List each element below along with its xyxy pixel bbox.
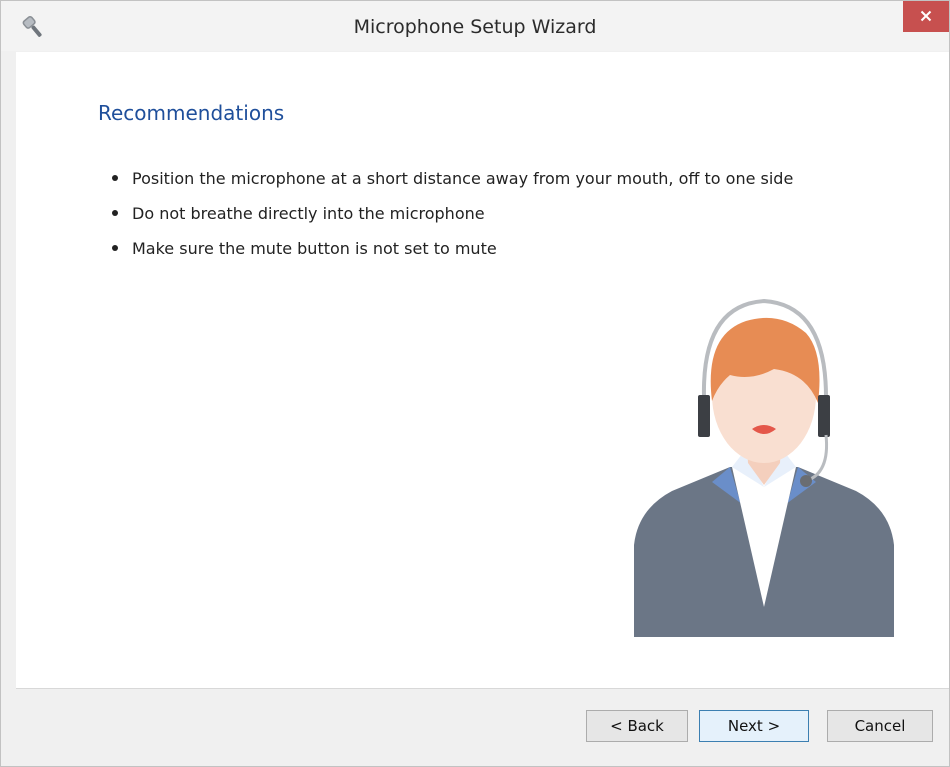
bullet: [112, 175, 118, 181]
headset-operator-illustration: [634, 277, 894, 637]
footer-divider: [16, 688, 949, 689]
bullet: [112, 210, 118, 216]
close-icon: [920, 7, 932, 26]
list-item: Do not breathe directly into the microph…: [112, 204, 793, 239]
page-heading: Recommendations: [98, 101, 285, 125]
list-item-text: Make sure the mute button is not set to …: [132, 239, 497, 258]
recommendation-list: Position the microphone at a short dista…: [112, 169, 793, 274]
window-title: Microphone Setup Wizard: [353, 16, 597, 38]
list-item-text: Position the microphone at a short dista…: [132, 169, 794, 188]
bullet: [112, 245, 118, 251]
list-item-text: Do not breathe directly into the microph…: [132, 204, 485, 223]
wizard-window: Microphone Setup Wizard Recommendations …: [0, 0, 950, 767]
cancel-button[interactable]: Cancel: [827, 710, 933, 742]
wizard-content: Recommendations Position the microphone …: [16, 52, 949, 688]
title-bar[interactable]: Microphone Setup Wizard: [1, 1, 949, 51]
list-item: Make sure the mute button is not set to …: [112, 239, 793, 274]
next-button[interactable]: Next >: [699, 710, 809, 742]
list-item: Position the microphone at a short dista…: [112, 169, 793, 204]
back-button[interactable]: < Back: [586, 710, 688, 742]
close-button[interactable]: [903, 1, 949, 32]
